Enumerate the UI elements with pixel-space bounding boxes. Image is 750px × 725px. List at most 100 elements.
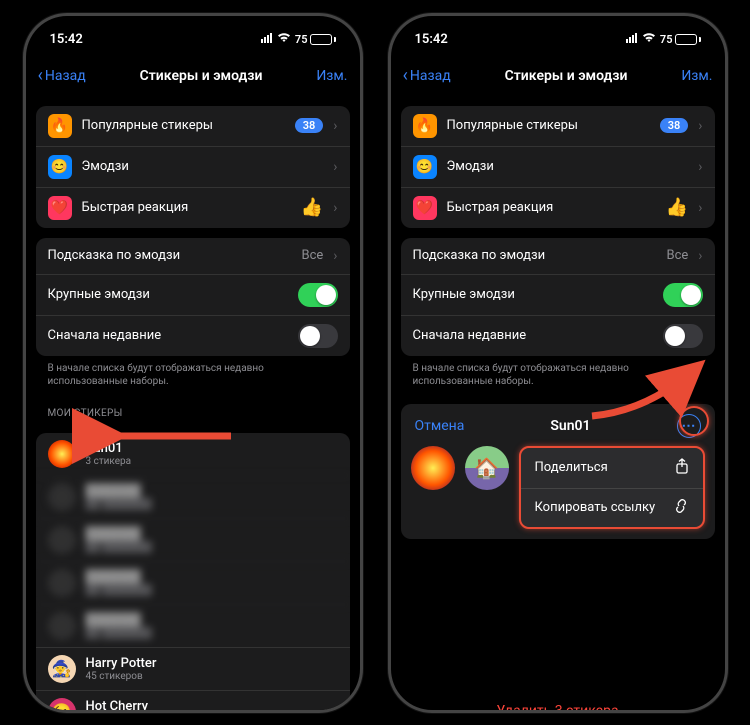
more-button[interactable]: ⋯ [677,414,701,438]
battery-pct: 75 [295,33,308,46]
reaction-row[interactable]: ❤️ Быстрая реакция 👍 › [401,187,715,228]
sticker-count: ██ ███████ [86,542,338,553]
emoji-label: Эмодзи [82,159,324,174]
wifi-icon [642,32,656,47]
reaction-row[interactable]: ❤️ Быстрая реакция 👍 › [36,187,350,228]
settings-footnote: В начале списка будут отображаться недав… [401,356,715,394]
recent-first-row: Сначала недавние [36,315,350,356]
sticker-name: ██████ [86,612,338,628]
recent-first-row: Сначала недавние [401,315,715,356]
hint-label: Подсказка по эмодзи [413,248,657,263]
battery-icon: 75 [660,33,701,46]
emoji-hint-row[interactable]: Подсказка по эмодзи Все › [36,238,350,274]
chevron-right-icon: › [698,248,702,264]
recent-first-toggle[interactable] [663,324,703,348]
recent-label: Сначала недавние [48,328,288,343]
wifi-icon [277,32,291,47]
back-label: Назад [410,68,451,84]
chevron-right-icon: › [333,159,337,175]
sticker-info: ████████ ███████ [86,483,338,510]
sticker-count: ██ ███████ [86,628,338,639]
sticker-set-row[interactable]: ████████ ███████ [36,604,350,647]
sticker-set-row[interactable]: 🧙 Harry Potter45 стикеров [36,647,350,690]
back-label: Назад [45,68,86,84]
heart-icon: ❤️ [413,196,437,220]
share-label: Поделиться [535,460,608,475]
sticker-thumb: 🧙 [48,655,76,683]
settings-group: Подсказка по эмодзи Все › Крупные эмодзи… [401,238,715,356]
chevron-right-icon: › [333,200,337,216]
reaction-emoji: 👍 [301,197,323,218]
content: 🔥 Популярные стикеры 38 › 😊 Эмодзи › ❤️ … [391,96,725,713]
emoji-row[interactable]: 😊 Эмодзи › [401,146,715,187]
smile-icon: 😊 [413,155,437,179]
large-label: Крупные эмодзи [48,287,288,302]
sticker-info: Hot Cherry34 стикера [86,699,338,713]
recent-first-toggle[interactable] [298,324,338,348]
settings-group: Подсказка по эмодзи Все › Крупные эмодзи… [36,238,350,356]
reaction-label: Быстрая реакция [447,200,656,215]
edit-button[interactable]: Изм. [681,68,712,84]
large-emoji-toggle[interactable] [663,283,703,307]
back-button[interactable]: ‹ Назад [403,65,451,86]
sticker-info: Harry Potter45 стикеров [86,656,338,682]
hint-label: Подсказка по эмодзи [48,248,292,263]
sticker-set-row[interactable]: ████████ ███████ [36,518,350,561]
emoji-hint-row[interactable]: Подсказка по эмодзи Все › [401,238,715,274]
chevron-right-icon: › [333,248,337,264]
content: 🔥 Популярные стикеры 38 › 😊 Эмодзи › ❤️ … [26,96,360,713]
sticker-thumb [48,483,76,511]
sticker-name: ██████ [86,569,338,585]
share-action[interactable]: Поделиться [521,448,703,488]
nav-bar: ‹ Назад Стикеры и эмодзи Изм. [26,56,360,96]
large-emoji-toggle[interactable] [298,283,338,307]
reaction-label: Быстрая реакция [82,200,291,215]
fire-icon: 🔥 [413,114,437,138]
settings-footnote: В начале списка будут отображаться недав… [36,356,350,394]
sticker-info: ████████ ███████ [86,612,338,639]
share-icon [675,458,689,478]
back-button[interactable]: ‹ Назад [38,65,86,86]
sticker-set-row[interactable]: 😉 Hot Cherry34 стикера [36,690,350,713]
sticker-name: Harry Potter [86,656,338,671]
sticker-count: ██ ███████ [86,499,338,510]
hint-value: Все [666,248,688,263]
battery-pct: 75 [660,33,673,46]
emoji-row[interactable]: 😊 Эмодзи › [36,146,350,187]
notch [483,16,633,40]
sticker-set-row[interactable]: Sun013 стикера [36,433,350,475]
popular-label: Популярные стикеры [82,118,285,133]
status-right: 75 [261,32,336,47]
phone-left: 15:42 75 ‹ Назад Стикеры и эмодзи Изм. 🔥… [23,13,363,713]
popular-label: Популярные стикеры [447,118,650,133]
heart-icon: ❤️ [48,196,72,220]
popular-badge: 38 [295,118,324,133]
sticker-set-row[interactable]: ████████ ███████ [36,475,350,518]
popular-stickers-row[interactable]: 🔥 Популярные стикеры 38 › [36,106,350,146]
hint-value: Все [301,248,323,263]
delete-stickers-button[interactable]: Удалить 3 стикера [401,689,715,713]
edit-button[interactable]: Изм. [316,68,347,84]
page-title: Стикеры и эмодзи [140,68,263,84]
cancel-button[interactable]: Отмена [415,418,465,434]
large-emoji-row: Крупные эмодзи [36,274,350,315]
popular-stickers-row[interactable]: 🔥 Популярные стикеры 38 › [401,106,715,146]
large-emoji-row: Крупные эмодзи [401,274,715,315]
sticker-name: Hot Cherry [86,699,338,713]
chevron-left-icon: ‹ [403,65,408,86]
sticker-count: ██ ███████ [86,585,338,596]
link-icon [673,499,689,517]
chevron-right-icon: › [333,118,337,134]
sticker-preview-1[interactable] [411,446,455,490]
top-group: 🔥 Популярные стикеры 38 › 😊 Эмодзи › ❤️ … [36,106,350,228]
phone-right: 15:42 75 ‹ Назад Стикеры и эмодзи Изм. 🔥… [388,13,728,713]
copy-link-label: Копировать ссылку [535,500,656,515]
page-title: Стикеры и эмодзи [505,68,628,84]
sticker-preview-2[interactable]: 🏠 [465,446,509,490]
sticker-set-row[interactable]: ████████ ███████ [36,561,350,604]
copy-link-action[interactable]: Копировать ссылку [521,488,703,527]
recent-label: Сначала недавние [413,328,653,343]
sticker-set-modal: Отмена Sun01 ⋯ 🏠 Поделиться Копировать [401,404,715,539]
nav-bar: ‹ Назад Стикеры и эмодзи Изм. [391,56,725,96]
sticker-thumb: 😉 [48,698,76,713]
